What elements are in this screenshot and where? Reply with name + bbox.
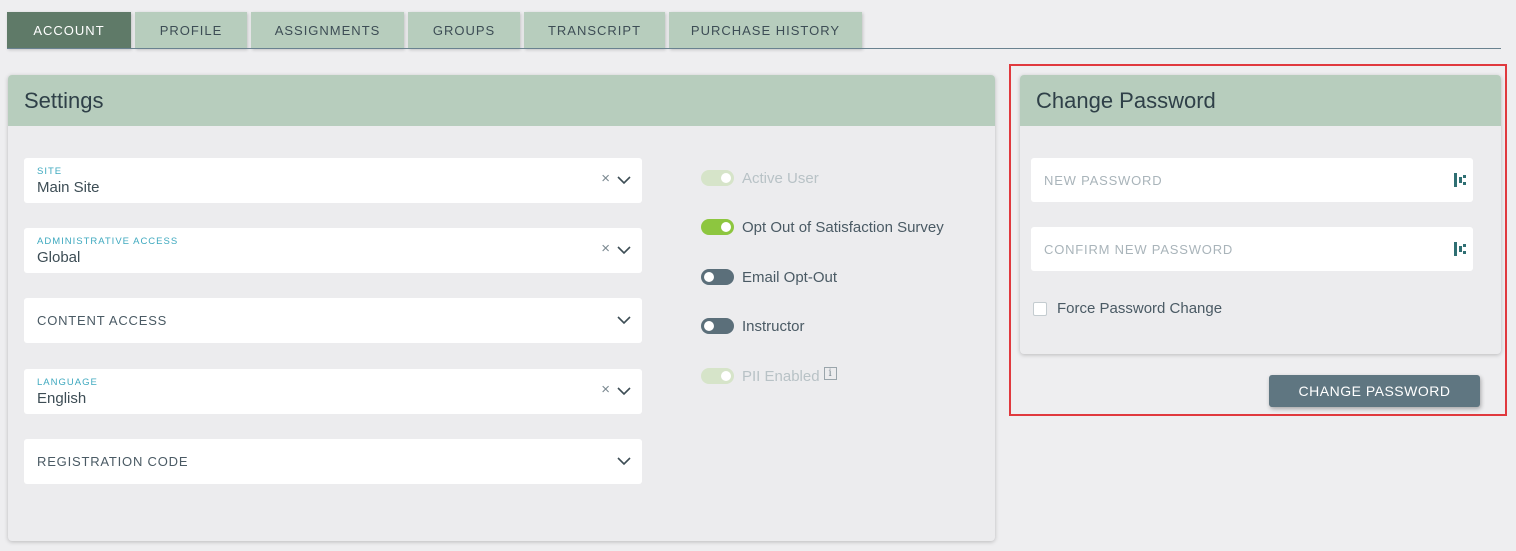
administrative-access-label: ADMINISTRATIVE ACCESS [37, 236, 179, 247]
tab-assignments[interactable]: ASSIGNMENTS [251, 12, 404, 49]
registration-code-placeholder: REGISTRATION CODE [37, 454, 189, 469]
toggle-switch[interactable] [701, 170, 734, 186]
content-access-placeholder: CONTENT ACCESS [37, 313, 168, 328]
administrative-access-select[interactable]: ADMINISTRATIVE ACCESS Global × [24, 228, 642, 273]
toggle-switch[interactable] [701, 219, 734, 235]
language-select[interactable]: LANGUAGE English × [24, 369, 642, 414]
toggle-switch[interactable] [701, 368, 734, 384]
toggle-label: Instructor [742, 317, 805, 335]
tab-transcript[interactable]: TRANSCRIPT [524, 12, 665, 49]
toggle-opt-out-survey[interactable]: Opt Out of Satisfaction Survey [701, 217, 944, 237]
toggle-label: Opt Out of Satisfaction Survey [742, 218, 944, 236]
toggle-label: PII Enabled [742, 367, 820, 385]
toggle-pii-enabled[interactable]: PII Enabled i [701, 366, 837, 386]
chevron-down-icon[interactable] [616, 312, 632, 328]
toggle-switch[interactable] [701, 269, 734, 285]
clear-icon[interactable]: × [601, 241, 610, 256]
settings-panel: Settings SITE Main Site × ADMINISTRATIVE… [8, 75, 995, 541]
clear-icon[interactable]: × [601, 382, 610, 397]
toggle-label: Email Opt-Out [742, 268, 838, 286]
language-value: English [37, 390, 87, 407]
tab-bar: ACCOUNT PROFILE ASSIGNMENTS GROUPS TRANS… [7, 12, 866, 49]
toggle-label: Active User [742, 169, 819, 187]
content-access-select[interactable]: CONTENT ACCESS [24, 298, 642, 343]
tab-groups[interactable]: GROUPS [408, 12, 520, 49]
toggle-switch[interactable] [701, 318, 734, 334]
chevron-down-icon[interactable] [616, 453, 632, 469]
info-icon[interactable]: i [823, 366, 837, 380]
registration-code-select[interactable]: REGISTRATION CODE [24, 439, 642, 484]
chevron-down-icon[interactable] [616, 172, 632, 188]
toggle-active-user[interactable]: Active User [701, 168, 819, 188]
chevron-down-icon[interactable] [616, 242, 632, 258]
chevron-down-icon[interactable] [616, 383, 632, 399]
tab-divider [7, 48, 1501, 49]
toggle-instructor[interactable]: Instructor [701, 316, 805, 336]
tab-purchase-history[interactable]: PURCHASE HISTORY [669, 12, 862, 49]
language-label: LANGUAGE [37, 377, 98, 388]
clear-icon[interactable]: × [601, 171, 610, 186]
administrative-access-value: Global [37, 249, 81, 266]
settings-title: Settings [8, 75, 995, 126]
site-select[interactable]: SITE Main Site × [24, 158, 642, 203]
highlight-box [1009, 64, 1507, 416]
site-label: SITE [37, 166, 63, 177]
tab-profile[interactable]: PROFILE [135, 12, 247, 49]
site-value: Main Site [37, 179, 100, 196]
toggle-email-opt-out[interactable]: Email Opt-Out [701, 267, 837, 287]
tab-account[interactable]: ACCOUNT [7, 12, 131, 49]
